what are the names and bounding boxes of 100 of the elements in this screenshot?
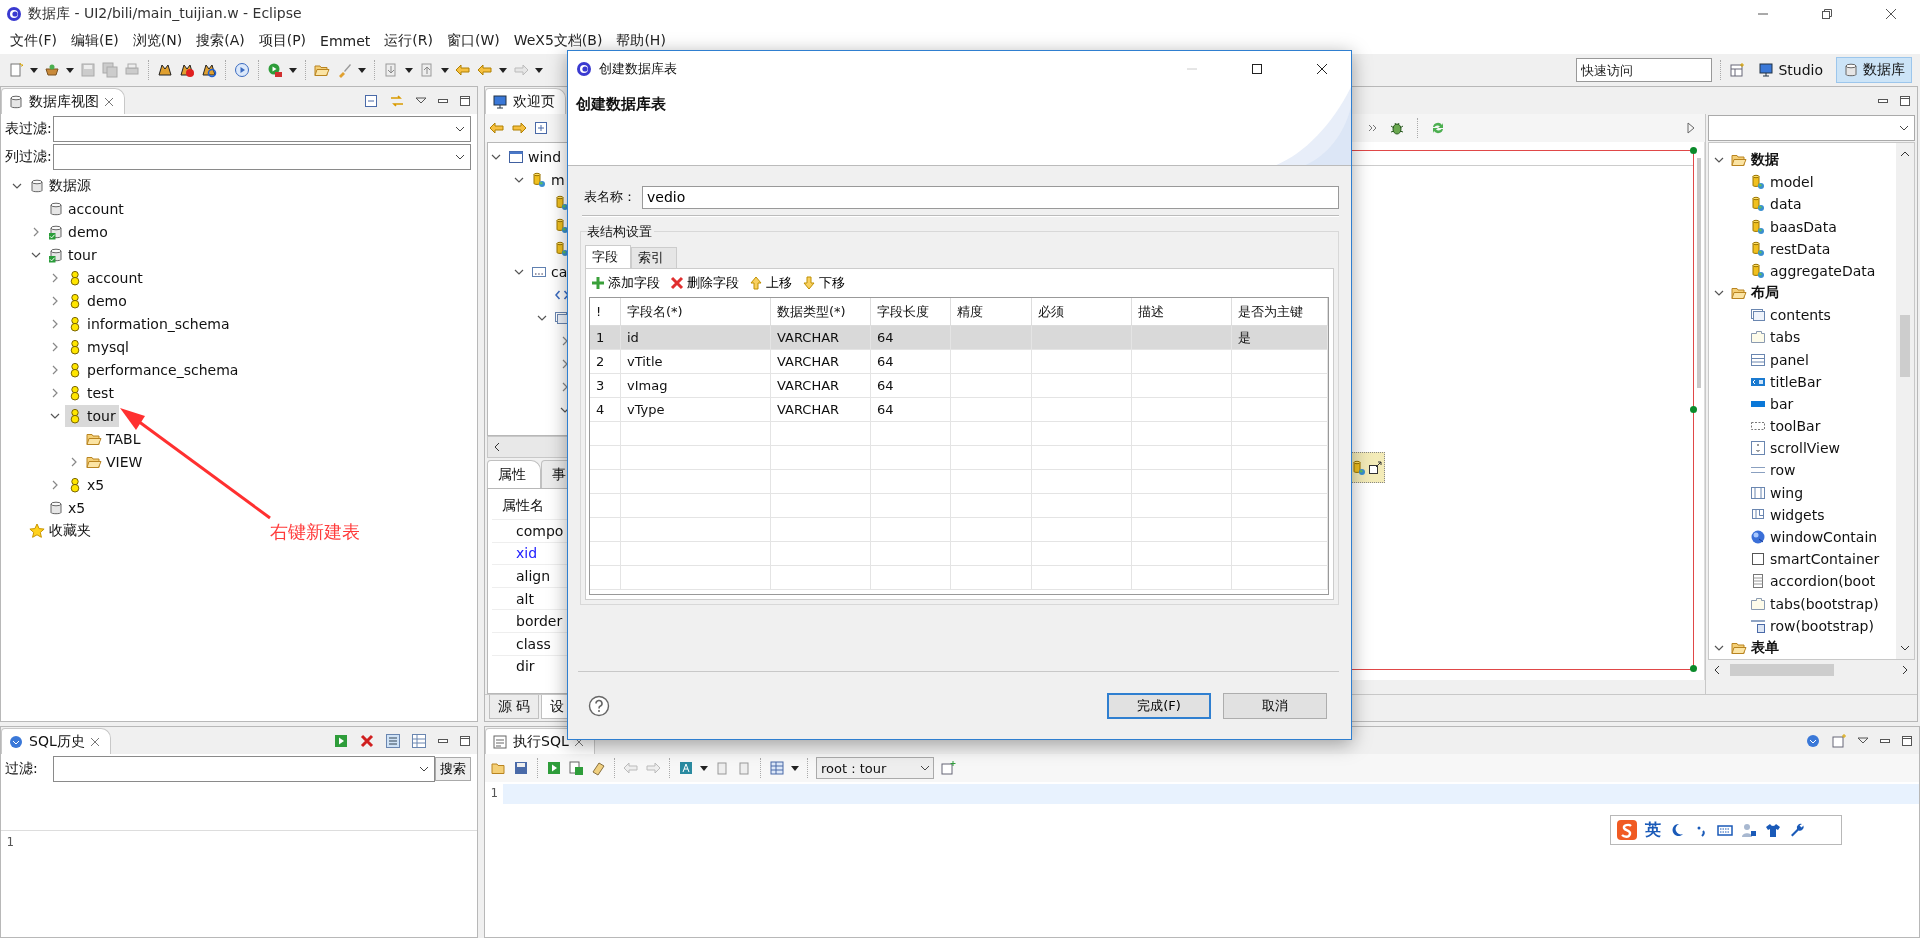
tree-item[interactable]: tour xyxy=(65,404,119,427)
palette-item[interactable]: 布局 xyxy=(1729,282,1782,305)
tree-item[interactable]: x5 xyxy=(65,473,108,496)
palette-item[interactable]: toolBar xyxy=(1748,415,1824,438)
table-cell: 64 xyxy=(871,326,951,350)
menu-item[interactable]: 项目(P) xyxy=(252,29,313,52)
dialog-tab[interactable]: 索引 xyxy=(631,247,677,268)
palette-item[interactable]: row(bootstrap) xyxy=(1748,614,1877,637)
action-button[interactable]: 下移 xyxy=(802,274,845,292)
tree-item[interactable]: mysql xyxy=(65,335,132,358)
property-name: dir xyxy=(516,658,535,675)
menu-item[interactable]: 窗口(W) xyxy=(440,29,506,52)
tree-item[interactable]: performance_schema xyxy=(65,358,242,381)
tree-item[interactable]: tour xyxy=(46,243,100,266)
table-cell: 64 xyxy=(871,374,951,398)
tree-item[interactable]: test xyxy=(65,381,117,404)
tree-item[interactable]: 数据源 xyxy=(27,174,94,197)
property-name: border xyxy=(516,613,563,630)
property-name: xid xyxy=(516,545,538,562)
palette-item[interactable]: titleBar xyxy=(1748,370,1825,393)
view-tab[interactable]: 数据库视图 xyxy=(1,88,125,114)
palette-item[interactable]: contents xyxy=(1748,304,1834,327)
property-name: class xyxy=(516,635,551,652)
annotation-text: 右键新建表 xyxy=(270,520,360,544)
tree-item[interactable]: TABL xyxy=(84,427,144,450)
dialog-tab[interactable]: 字段 xyxy=(585,245,631,268)
table-cell: vImag xyxy=(621,374,771,398)
palette-item[interactable]: tabs(bootstrap) xyxy=(1748,592,1882,615)
palette-item[interactable]: restData xyxy=(1748,237,1834,260)
palette-item[interactable]: row xyxy=(1748,459,1799,482)
table-cell: 是 xyxy=(1232,326,1328,350)
column-header: 属性名 xyxy=(502,496,544,515)
tree-item[interactable]: account xyxy=(46,197,127,220)
window-title: 数据库 - UI2/bili/main_tuijian.w - Eclipse xyxy=(28,4,302,23)
outline-item[interactable]: wind xyxy=(506,145,565,168)
palette-item[interactable]: model xyxy=(1748,171,1817,194)
view-tab[interactable]: SQL历史 xyxy=(1,728,111,754)
action-button[interactable]: 上移 xyxy=(749,274,792,292)
table-cell: 64 xyxy=(871,398,951,422)
menu-item[interactable]: 搜索(A) xyxy=(190,29,251,52)
menu-item[interactable]: 运行(R) xyxy=(378,29,439,52)
field-label: 表名称： xyxy=(584,188,636,206)
filter-label: 表过滤: xyxy=(5,120,53,138)
palette-item[interactable]: baasData xyxy=(1748,215,1840,238)
dialog-button[interactable]: 完成(F) xyxy=(1107,692,1211,719)
menu-item[interactable]: 帮助(H) xyxy=(610,29,672,52)
table-cell: VARCHAR xyxy=(771,326,871,350)
search-button[interactable]: 搜索 xyxy=(435,757,471,781)
palette-item[interactable]: panel xyxy=(1748,348,1812,371)
dialog-title: 创建数据库表 xyxy=(599,60,677,78)
palette-item[interactable]: aggregateData xyxy=(1748,259,1879,282)
table-cell: VARCHAR xyxy=(771,374,871,398)
table-cell: vTitle xyxy=(621,350,771,374)
menu-item[interactable]: 浏览(N) xyxy=(126,29,189,52)
connection-combo[interactable]: root : tour xyxy=(816,757,934,779)
table-cell: vType xyxy=(621,398,771,422)
palette-item[interactable]: tabs xyxy=(1748,326,1804,349)
table-cell: VARCHAR xyxy=(771,350,871,374)
palette-item[interactable]: 数据 xyxy=(1729,149,1782,172)
ime-mode[interactable]: 英 xyxy=(1645,819,1661,841)
tree-item[interactable]: demo xyxy=(65,289,130,312)
table-cell: 4 xyxy=(590,398,621,422)
menu-item[interactable]: WeX5文档(B) xyxy=(507,29,609,52)
palette-item[interactable]: 表单 xyxy=(1729,636,1782,659)
menu-item[interactable]: Emmet xyxy=(314,30,377,51)
dialog-heading: 创建数据库表 xyxy=(576,95,666,114)
palette-item[interactable]: scrollView xyxy=(1748,437,1843,460)
perspective-button[interactable]: 数据库 xyxy=(1836,57,1912,83)
tree-item[interactable]: demo xyxy=(46,220,111,243)
tree-item[interactable]: account xyxy=(65,266,146,289)
view-tab[interactable]: 欢迎页 xyxy=(485,88,566,114)
palette-item[interactable]: windowContain xyxy=(1748,526,1881,548)
table-cell: 3 xyxy=(590,374,621,398)
palette-item[interactable]: data xyxy=(1748,193,1805,216)
outline-item[interactable]: m xyxy=(529,168,568,191)
menu-item[interactable]: 编辑(E) xyxy=(65,29,125,52)
dialog-button[interactable]: 取消 xyxy=(1223,692,1327,719)
palette-item[interactable]: widgets xyxy=(1748,503,1828,526)
perspective-button[interactable]: Studio xyxy=(1751,57,1830,83)
action-button[interactable]: 删除字段 xyxy=(670,274,739,292)
tree-item[interactable]: information_schema xyxy=(65,312,233,335)
quick-access-field[interactable]: 快速访问 xyxy=(1576,58,1713,82)
outline-item[interactable]: ca xyxy=(529,260,571,283)
tree-item[interactable]: x5 xyxy=(46,496,89,519)
property-name: alt xyxy=(516,590,534,607)
palette-item[interactable]: wing xyxy=(1748,481,1807,504)
action-button[interactable]: 添加字段 xyxy=(591,274,660,292)
tree-item[interactable]: VIEW xyxy=(84,450,146,473)
palette-item[interactable]: bar xyxy=(1748,392,1797,415)
palette-item[interactable]: accordion(boot xyxy=(1748,570,1879,593)
line-number: 1 xyxy=(490,786,498,800)
tree-item[interactable]: 收藏夹 xyxy=(27,519,94,542)
properties-tab[interactable]: 属性 xyxy=(487,460,541,488)
page-tab[interactable]: 源 码 xyxy=(489,695,540,719)
table-cell: VARCHAR xyxy=(771,398,871,422)
table-name-field[interactable]: vedio xyxy=(642,185,1339,209)
filter-label: 列过滤: xyxy=(5,148,53,166)
menu-item[interactable]: 文件(F) xyxy=(4,29,63,52)
palette-item[interactable]: smartContainer xyxy=(1748,548,1883,571)
filter-label: 过滤: xyxy=(5,760,39,778)
